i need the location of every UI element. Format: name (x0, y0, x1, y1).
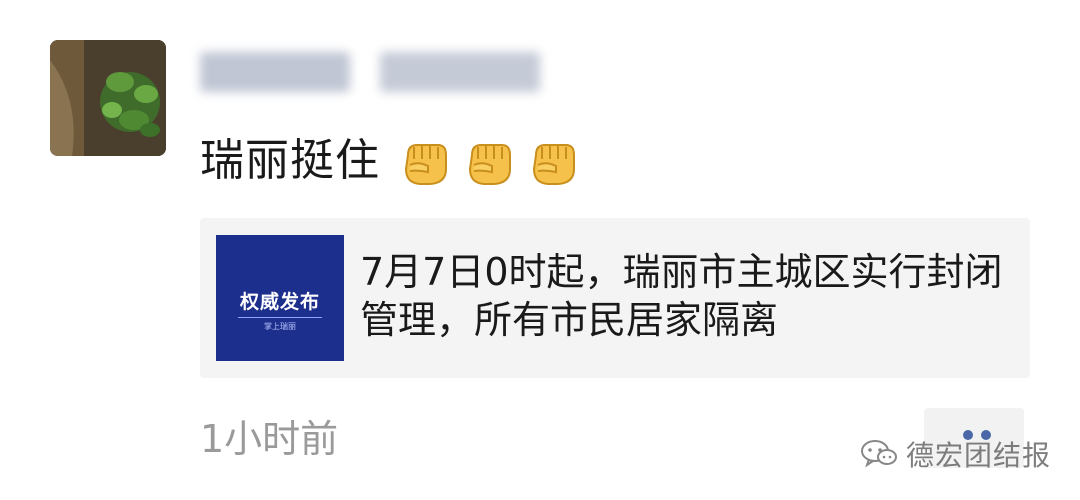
post-time: 1小时前 (200, 417, 339, 461)
fist-emoji-icon (404, 144, 447, 185)
watermark: 德宏团结报 (860, 434, 1051, 474)
fist-emoji-icon (468, 144, 511, 185)
avatar[interactable] (50, 40, 166, 156)
post-text: 瑞丽挺住 (200, 135, 380, 186)
wechat-icon (861, 440, 897, 468)
emoji-group (400, 135, 578, 187)
article-headline: 7月7日0时起，瑞丽市主城区实行封闭管理，所有市民居家隔离 (360, 250, 1003, 342)
blurred-username[interactable] (200, 52, 560, 100)
thumbnail-subtitle: 掌上瑞丽 (264, 322, 296, 331)
post-content: 瑞丽挺住 (200, 128, 578, 194)
blurred-segment (380, 52, 540, 92)
thumbnail-title: 权威发布 (239, 291, 320, 313)
article-thumbnail: 权威发布 掌上瑞丽 (216, 235, 344, 361)
fist-emoji-icon (532, 144, 575, 185)
thumbnail-divider (238, 317, 322, 318)
moments-post: 瑞丽挺住 权威发布 掌上瑞丽 7月7日0时起，瑞丽市主城区实行封闭管理，所有市民… (0, 0, 1080, 500)
shared-article-card[interactable]: 权威发布 掌上瑞丽 7月7日0时起，瑞丽市主城区实行封闭管理，所有市民居家隔离 (200, 218, 1030, 378)
watermark-text: 德宏团结报 (906, 439, 1052, 472)
blurred-segment (200, 52, 350, 92)
